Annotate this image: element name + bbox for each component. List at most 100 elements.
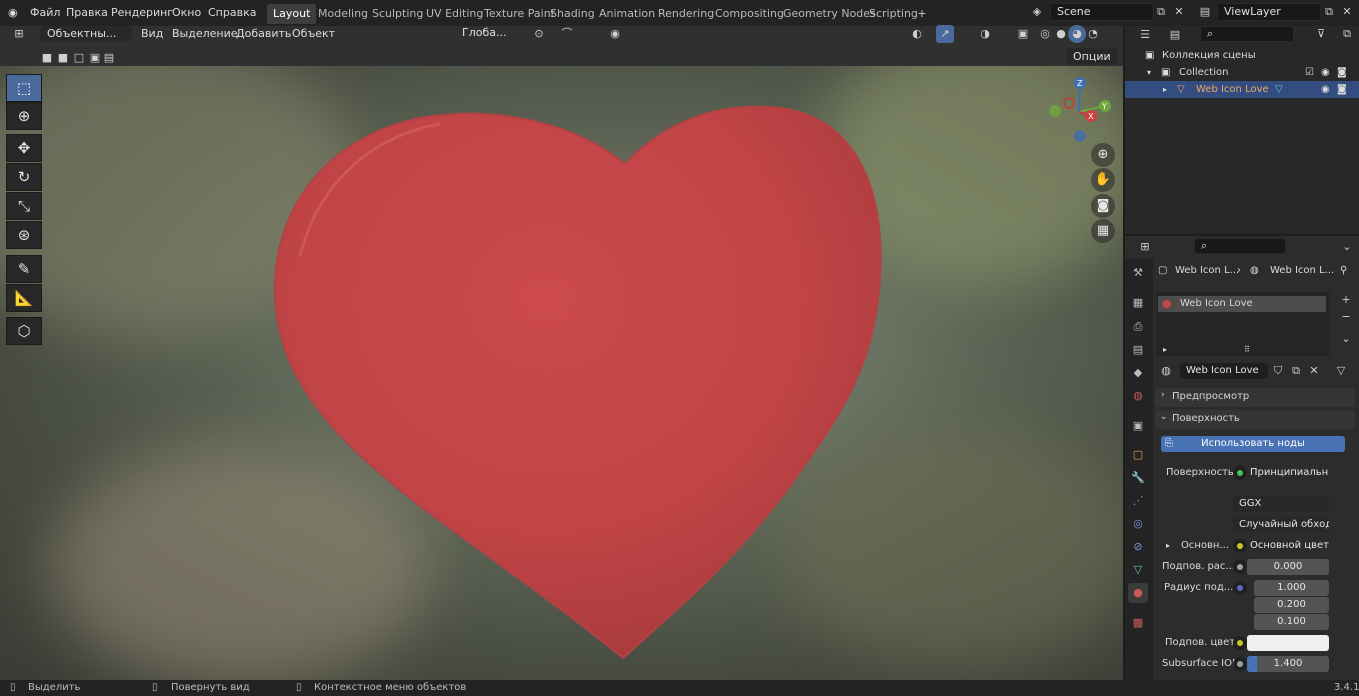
menu-object[interactable]: Объект bbox=[292, 26, 335, 42]
camera-icon[interactable]: ◙ bbox=[1091, 194, 1115, 218]
checkbox-icon[interactable]: ☑ bbox=[1305, 64, 1314, 81]
options-dropdown[interactable]: Опции bbox=[1066, 48, 1118, 65]
camera-render-icon[interactable]: ◙ bbox=[1337, 64, 1347, 81]
expand-icon[interactable]: ▾ bbox=[1147, 64, 1151, 81]
close-view-layer-icon[interactable]: ✕ bbox=[1338, 3, 1356, 21]
material-slot-item[interactable]: ● Web Icon Love bbox=[1158, 296, 1326, 312]
material-name-field[interactable]: Web Icon Love bbox=[1180, 363, 1268, 379]
rotate-tool-icon[interactable]: ↻ bbox=[6, 163, 42, 191]
heart-object[interactable] bbox=[0, 66, 1123, 680]
material-link-icon[interactable]: ▽ bbox=[1332, 362, 1350, 380]
tab-animation[interactable]: Animation bbox=[593, 4, 661, 24]
radius-y-field[interactable]: 0.200 bbox=[1254, 597, 1329, 613]
expand-list-icon[interactable]: ▸ bbox=[1163, 342, 1167, 358]
remove-slot-icon[interactable]: − bbox=[1337, 308, 1355, 326]
select-mode-intersect-icon[interactable]: ▤ bbox=[100, 49, 118, 67]
duplicate-material-icon[interactable]: ⧉ bbox=[1287, 362, 1305, 380]
use-nodes-button[interactable]: ⎘ Использовать ноды bbox=[1161, 436, 1345, 452]
outliner-search-input[interactable]: ⌕ bbox=[1200, 26, 1294, 42]
scene-icon[interactable]: ◈ bbox=[1028, 3, 1046, 21]
zoom-icon[interactable]: ⊕ bbox=[1091, 143, 1115, 167]
rendered-shading-icon[interactable]: ◔ bbox=[1084, 25, 1102, 43]
overlay-icon[interactable]: ◑ bbox=[976, 25, 994, 43]
subsurface-field[interactable]: 0.000 bbox=[1247, 559, 1329, 575]
unlink-material-icon[interactable]: ✕ bbox=[1305, 362, 1323, 380]
physics-tab-icon[interactable]: ◎ bbox=[1128, 514, 1148, 534]
cursor-tool-icon[interactable]: ⊕ bbox=[6, 102, 42, 130]
heart-shape[interactable] bbox=[273, 105, 882, 660]
radius-z-field[interactable]: 0.100 bbox=[1254, 614, 1329, 630]
add-slot-icon[interactable]: + bbox=[1337, 291, 1355, 309]
scale-tool-icon[interactable]: ⤡ bbox=[6, 192, 42, 220]
filter-icon[interactable]: ⊽ bbox=[1312, 25, 1330, 43]
pivot-icon[interactable]: ⊙ bbox=[530, 25, 548, 43]
menu-window[interactable]: Окно bbox=[172, 4, 201, 22]
fake-user-icon[interactable]: ⛉ bbox=[1269, 362, 1287, 380]
new-collection-icon[interactable]: ⧉ bbox=[1338, 25, 1356, 43]
transform-tool-icon[interactable]: ⊛ bbox=[6, 221, 42, 249]
transform-orientation-dropdown[interactable]: Глоба... bbox=[456, 26, 524, 42]
outliner-row-object[interactable]: ▸ ▽ Web Icon Love ▽ ◉ ◙ bbox=[1125, 81, 1359, 98]
tab-modeling[interactable]: Modeling bbox=[312, 4, 374, 24]
scene-field[interactable]: Scene bbox=[1050, 3, 1154, 21]
navigation-gizmo[interactable]: Z Y X bbox=[1046, 76, 1116, 146]
subsurface-method-dropdown[interactable]: Случайный обход bbox=[1233, 517, 1329, 533]
menu-file[interactable]: Файл bbox=[30, 4, 60, 22]
preview-panel-header[interactable]: › Предпросмотр bbox=[1155, 388, 1355, 407]
add-workspace-icon[interactable]: + bbox=[913, 5, 931, 23]
grid-perspective-icon[interactable]: ▦ bbox=[1091, 219, 1115, 243]
subsurface-color-swatch[interactable] bbox=[1247, 635, 1329, 651]
outliner-row-collection[interactable]: ▾ ▣ Collection ☑ ◉ ◙ bbox=[1125, 64, 1359, 81]
tab-layout[interactable]: Layout bbox=[267, 4, 317, 24]
select-box-tool-icon[interactable]: ⬚ bbox=[6, 74, 42, 102]
scene-tab-icon[interactable]: ◆ bbox=[1128, 363, 1148, 383]
view-layer-field[interactable]: ViewLayer bbox=[1217, 3, 1321, 21]
material-tab-icon[interactable]: ● bbox=[1128, 583, 1148, 603]
tool-tab-icon[interactable]: ⚒ bbox=[1128, 263, 1148, 283]
add-cube-tool-icon[interactable]: ⬡ bbox=[6, 317, 42, 345]
object-tab-icon[interactable]: ▢ bbox=[1128, 445, 1148, 465]
expand-icon[interactable]: ▸ bbox=[1163, 81, 1167, 98]
output-tab-icon[interactable]: ⎙ bbox=[1128, 317, 1148, 337]
mesh-data-icon[interactable]: ▽ bbox=[1275, 81, 1283, 98]
blender-logo-icon[interactable]: ◉ bbox=[8, 4, 22, 22]
close-scene-icon[interactable]: ✕ bbox=[1170, 3, 1188, 21]
measure-tool-icon[interactable]: 📐 bbox=[6, 284, 42, 312]
view-layer-tab-icon[interactable]: ▤ bbox=[1128, 340, 1148, 360]
material-browse-icon[interactable]: ◍ bbox=[1157, 362, 1175, 380]
constraints-tab-icon[interactable]: ⊘ bbox=[1128, 537, 1148, 557]
3d-viewport[interactable]: Z Y X bbox=[0, 66, 1123, 680]
mode-dropdown[interactable]: Объектны... bbox=[40, 26, 132, 42]
annotate-tool-icon[interactable]: ✎ bbox=[6, 255, 42, 283]
texture-tab-icon[interactable]: ▩ bbox=[1128, 613, 1148, 633]
menu-add[interactable]: Добавить bbox=[236, 26, 291, 42]
world-tab-icon[interactable]: ◍ bbox=[1128, 386, 1148, 406]
surface-panel-header[interactable]: ⌄ Поверхность bbox=[1155, 410, 1355, 429]
surface-shader-field[interactable]: Принципиальн... bbox=[1247, 465, 1329, 481]
pan-hand-icon[interactable]: ✋ bbox=[1091, 168, 1115, 192]
view-layer-icon[interactable]: ▤ bbox=[1196, 3, 1214, 21]
expand-icon[interactable]: ▸ bbox=[1166, 538, 1170, 554]
visibility-icon[interactable]: ◐ bbox=[908, 25, 926, 43]
xray-icon[interactable]: ▣ bbox=[1014, 25, 1032, 43]
editor-type-icon[interactable]: ⊞ bbox=[10, 25, 28, 43]
eye-icon[interactable]: ◉ bbox=[1321, 81, 1330, 98]
data-tab-icon[interactable]: ▽ bbox=[1128, 560, 1148, 580]
pin-icon[interactable]: ⚲ bbox=[1340, 263, 1347, 279]
render-tab-icon[interactable]: ▦ bbox=[1128, 293, 1148, 313]
outliner-row-scene-collection[interactable]: ▣ Коллекция сцены bbox=[1125, 47, 1359, 64]
snap-icon[interactable]: ⌒ bbox=[558, 25, 576, 43]
camera-render-icon[interactable]: ◙ bbox=[1337, 81, 1347, 98]
collection-tab-icon[interactable]: ▣ bbox=[1128, 416, 1148, 436]
outliner-editor-icon[interactable]: ☰ bbox=[1136, 26, 1154, 44]
new-scene-icon[interactable]: ⧉ bbox=[1152, 3, 1170, 21]
modifier-tab-icon[interactable]: 🔧 bbox=[1128, 468, 1148, 488]
base-color-field[interactable]: Основной цвет bbox=[1247, 538, 1329, 554]
proportional-edit-icon[interactable]: ◉ bbox=[606, 25, 624, 43]
move-tool-icon[interactable]: ✥ bbox=[6, 134, 42, 162]
new-view-layer-icon[interactable]: ⧉ bbox=[1320, 3, 1338, 21]
menu-view[interactable]: Вид bbox=[141, 26, 163, 42]
properties-search-input[interactable]: ⌕ bbox=[1194, 238, 1286, 254]
distribution-dropdown[interactable]: GGX bbox=[1233, 496, 1329, 512]
particles-tab-icon[interactable]: ⋰ bbox=[1128, 491, 1148, 511]
